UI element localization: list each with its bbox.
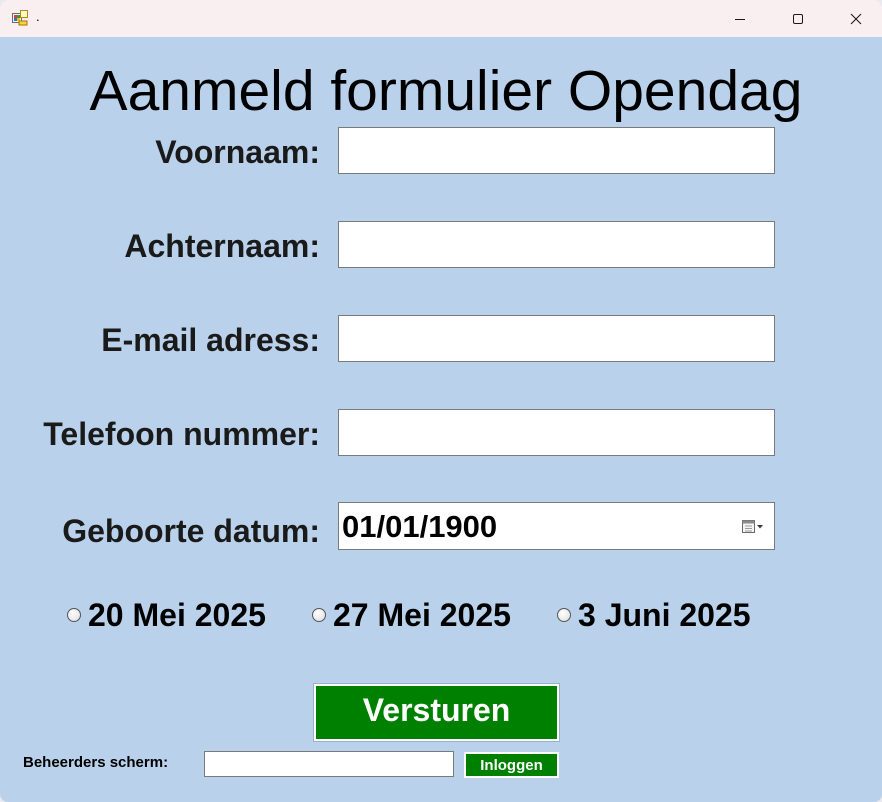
email-label: E-mail adress: [101,322,320,358]
phone-label: Telefoon nummer: [43,416,320,452]
minimize-icon [734,13,746,25]
first-name-label: Voornaam: [155,134,320,170]
admin-password-input[interactable] [204,751,454,777]
window-title: . [36,9,40,24]
submit-button[interactable]: Versturen [314,684,559,741]
birth-date-value: 01/01/1900 [342,509,498,544]
admin-screen-label: Beheerders scherm: [23,754,169,771]
app-window: . Aanmeld formulier Opendag Voornaam: Ac… [0,0,882,802]
date-option-label: 20 Mei 2025 [88,597,266,633]
date-option-3-juni[interactable]: 3 Juni 2025 [557,595,751,635]
date-option-27-mei[interactable]: 27 Mei 2025 [312,595,511,635]
date-option-label: 3 Juni 2025 [578,597,751,633]
birth-date-label: Geboorte datum: [62,513,320,549]
email-input[interactable] [338,315,775,362]
login-button[interactable]: Inloggen [464,752,559,778]
close-button[interactable] [827,0,882,37]
phone-input[interactable] [338,409,775,456]
app-icon [12,10,28,26]
radio-button-20-mei[interactable] [67,608,81,622]
form-title: Aanmeld formulier Opendag [89,59,803,123]
title-bar[interactable]: . [0,0,882,37]
first-name-input[interactable] [338,127,775,174]
calendar-dropdown-icon[interactable] [742,519,764,535]
birth-date-picker[interactable]: 01/01/1900 [338,502,775,550]
last-name-input[interactable] [338,221,775,268]
radio-button-3-juni[interactable] [557,608,571,622]
close-icon [850,13,862,25]
minimize-button[interactable] [711,0,769,37]
date-option-20-mei[interactable]: 20 Mei 2025 [67,595,266,635]
date-option-label: 27 Mei 2025 [333,597,511,633]
maximize-button[interactable] [769,0,827,37]
last-name-label: Achternaam: [124,228,320,264]
maximize-icon [792,13,804,25]
radio-button-27-mei[interactable] [312,608,326,622]
